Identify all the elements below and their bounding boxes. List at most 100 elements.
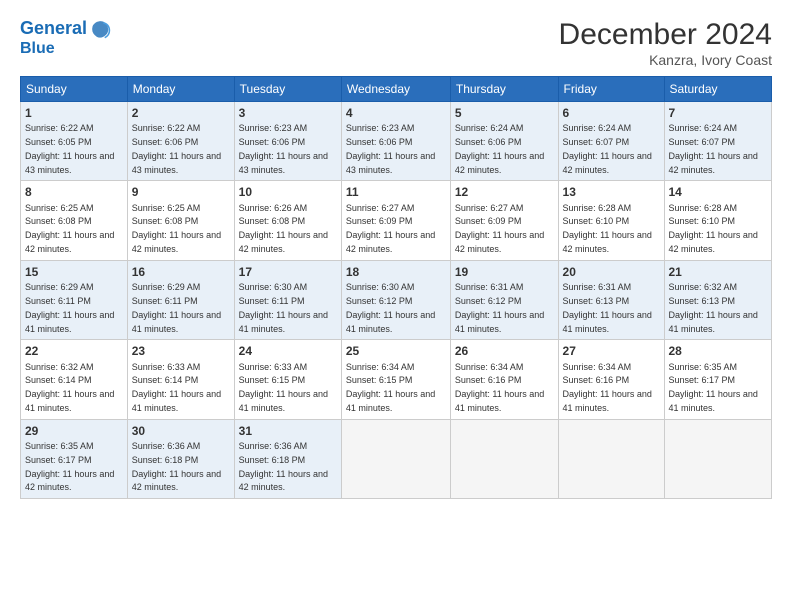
day-number: 26 (455, 343, 554, 359)
day-info: Sunrise: 6:31 AMSunset: 6:12 PMDaylight:… (455, 282, 544, 333)
table-row: 24 Sunrise: 6:33 AMSunset: 6:15 PMDaylig… (234, 340, 341, 419)
col-wednesday: Wednesday (341, 77, 450, 102)
page: General Blue December 2024 Kanzra, Ivory… (0, 0, 792, 612)
calendar-week-row: 8 Sunrise: 6:25 AMSunset: 6:08 PMDayligh… (21, 181, 772, 260)
table-row: 25 Sunrise: 6:34 AMSunset: 6:15 PMDaylig… (341, 340, 450, 419)
table-row: 17 Sunrise: 6:30 AMSunset: 6:11 PMDaylig… (234, 260, 341, 339)
day-info: Sunrise: 6:30 AMSunset: 6:12 PMDaylight:… (346, 282, 435, 333)
day-info: Sunrise: 6:32 AMSunset: 6:14 PMDaylight:… (25, 362, 114, 413)
day-number: 10 (239, 184, 337, 200)
table-row: 15 Sunrise: 6:29 AMSunset: 6:11 PMDaylig… (21, 260, 128, 339)
day-info: Sunrise: 6:28 AMSunset: 6:10 PMDaylight:… (563, 203, 652, 254)
table-row: 1 Sunrise: 6:22 AMSunset: 6:05 PMDayligh… (21, 102, 128, 181)
logo-icon (89, 18, 111, 40)
table-row: 29 Sunrise: 6:35 AMSunset: 6:17 PMDaylig… (21, 419, 128, 498)
day-number: 19 (455, 264, 554, 280)
table-row: 6 Sunrise: 6:24 AMSunset: 6:07 PMDayligh… (558, 102, 664, 181)
table-row: 5 Sunrise: 6:24 AMSunset: 6:06 PMDayligh… (450, 102, 558, 181)
table-row: 9 Sunrise: 6:25 AMSunset: 6:08 PMDayligh… (127, 181, 234, 260)
calendar-table: Sunday Monday Tuesday Wednesday Thursday… (20, 76, 772, 499)
day-number: 17 (239, 264, 337, 280)
table-row: 2 Sunrise: 6:22 AMSunset: 6:06 PMDayligh… (127, 102, 234, 181)
header: General Blue December 2024 Kanzra, Ivory… (20, 18, 772, 68)
table-row: 28 Sunrise: 6:35 AMSunset: 6:17 PMDaylig… (664, 340, 772, 419)
day-number: 29 (25, 423, 123, 439)
day-info: Sunrise: 6:34 AMSunset: 6:16 PMDaylight:… (455, 362, 544, 413)
table-row: 27 Sunrise: 6:34 AMSunset: 6:16 PMDaylig… (558, 340, 664, 419)
day-number: 28 (669, 343, 768, 359)
logo: General Blue (20, 18, 111, 58)
day-info: Sunrise: 6:31 AMSunset: 6:13 PMDaylight:… (563, 282, 652, 333)
day-info: Sunrise: 6:33 AMSunset: 6:15 PMDaylight:… (239, 362, 328, 413)
table-row: 12 Sunrise: 6:27 AMSunset: 6:09 PMDaylig… (450, 181, 558, 260)
col-thursday: Thursday (450, 77, 558, 102)
table-row (450, 419, 558, 498)
day-info: Sunrise: 6:25 AMSunset: 6:08 PMDaylight:… (132, 203, 221, 254)
day-number: 24 (239, 343, 337, 359)
calendar-header-row: Sunday Monday Tuesday Wednesday Thursday… (21, 77, 772, 102)
col-sunday: Sunday (21, 77, 128, 102)
day-number: 15 (25, 264, 123, 280)
day-info: Sunrise: 6:29 AMSunset: 6:11 PMDaylight:… (132, 282, 221, 333)
day-info: Sunrise: 6:24 AMSunset: 6:06 PMDaylight:… (455, 123, 544, 174)
day-info: Sunrise: 6:35 AMSunset: 6:17 PMDaylight:… (25, 441, 114, 492)
day-info: Sunrise: 6:29 AMSunset: 6:11 PMDaylight:… (25, 282, 114, 333)
table-row: 31 Sunrise: 6:36 AMSunset: 6:18 PMDaylig… (234, 419, 341, 498)
day-info: Sunrise: 6:24 AMSunset: 6:07 PMDaylight:… (669, 123, 758, 174)
table-row: 21 Sunrise: 6:32 AMSunset: 6:13 PMDaylig… (664, 260, 772, 339)
day-info: Sunrise: 6:28 AMSunset: 6:10 PMDaylight:… (669, 203, 758, 254)
day-info: Sunrise: 6:32 AMSunset: 6:13 PMDaylight:… (669, 282, 758, 333)
calendar-week-row: 22 Sunrise: 6:32 AMSunset: 6:14 PMDaylig… (21, 340, 772, 419)
day-number: 23 (132, 343, 230, 359)
table-row: 22 Sunrise: 6:32 AMSunset: 6:14 PMDaylig… (21, 340, 128, 419)
day-number: 18 (346, 264, 446, 280)
day-info: Sunrise: 6:34 AMSunset: 6:15 PMDaylight:… (346, 362, 435, 413)
day-info: Sunrise: 6:36 AMSunset: 6:18 PMDaylight:… (132, 441, 221, 492)
table-row: 4 Sunrise: 6:23 AMSunset: 6:06 PMDayligh… (341, 102, 450, 181)
col-monday: Monday (127, 77, 234, 102)
day-info: Sunrise: 6:22 AMSunset: 6:06 PMDaylight:… (132, 123, 221, 174)
day-number: 9 (132, 184, 230, 200)
day-number: 1 (25, 105, 123, 121)
calendar-week-row: 29 Sunrise: 6:35 AMSunset: 6:17 PMDaylig… (21, 419, 772, 498)
day-info: Sunrise: 6:25 AMSunset: 6:08 PMDaylight:… (25, 203, 114, 254)
day-number: 16 (132, 264, 230, 280)
calendar-week-row: 15 Sunrise: 6:29 AMSunset: 6:11 PMDaylig… (21, 260, 772, 339)
title-block: December 2024 Kanzra, Ivory Coast (559, 18, 772, 68)
day-info: Sunrise: 6:27 AMSunset: 6:09 PMDaylight:… (346, 203, 435, 254)
day-info: Sunrise: 6:24 AMSunset: 6:07 PMDaylight:… (563, 123, 652, 174)
table-row: 23 Sunrise: 6:33 AMSunset: 6:14 PMDaylig… (127, 340, 234, 419)
day-info: Sunrise: 6:23 AMSunset: 6:06 PMDaylight:… (239, 123, 328, 174)
table-row: 16 Sunrise: 6:29 AMSunset: 6:11 PMDaylig… (127, 260, 234, 339)
day-number: 3 (239, 105, 337, 121)
table-row: 18 Sunrise: 6:30 AMSunset: 6:12 PMDaylig… (341, 260, 450, 339)
day-number: 4 (346, 105, 446, 121)
day-number: 21 (669, 264, 768, 280)
day-number: 31 (239, 423, 337, 439)
location: Kanzra, Ivory Coast (559, 52, 772, 68)
day-info: Sunrise: 6:27 AMSunset: 6:09 PMDaylight:… (455, 203, 544, 254)
col-tuesday: Tuesday (234, 77, 341, 102)
day-number: 30 (132, 423, 230, 439)
table-row: 30 Sunrise: 6:36 AMSunset: 6:18 PMDaylig… (127, 419, 234, 498)
day-number: 2 (132, 105, 230, 121)
calendar-week-row: 1 Sunrise: 6:22 AMSunset: 6:05 PMDayligh… (21, 102, 772, 181)
day-number: 8 (25, 184, 123, 200)
table-row: 14 Sunrise: 6:28 AMSunset: 6:10 PMDaylig… (664, 181, 772, 260)
table-row: 8 Sunrise: 6:25 AMSunset: 6:08 PMDayligh… (21, 181, 128, 260)
day-info: Sunrise: 6:35 AMSunset: 6:17 PMDaylight:… (669, 362, 758, 413)
table-row: 26 Sunrise: 6:34 AMSunset: 6:16 PMDaylig… (450, 340, 558, 419)
day-info: Sunrise: 6:22 AMSunset: 6:05 PMDaylight:… (25, 123, 114, 174)
day-number: 22 (25, 343, 123, 359)
table-row (558, 419, 664, 498)
day-info: Sunrise: 6:23 AMSunset: 6:06 PMDaylight:… (346, 123, 435, 174)
table-row (664, 419, 772, 498)
day-number: 11 (346, 184, 446, 200)
table-row: 11 Sunrise: 6:27 AMSunset: 6:09 PMDaylig… (341, 181, 450, 260)
day-number: 14 (669, 184, 768, 200)
day-number: 25 (346, 343, 446, 359)
day-number: 20 (563, 264, 660, 280)
table-row: 10 Sunrise: 6:26 AMSunset: 6:08 PMDaylig… (234, 181, 341, 260)
day-info: Sunrise: 6:34 AMSunset: 6:16 PMDaylight:… (563, 362, 652, 413)
col-friday: Friday (558, 77, 664, 102)
